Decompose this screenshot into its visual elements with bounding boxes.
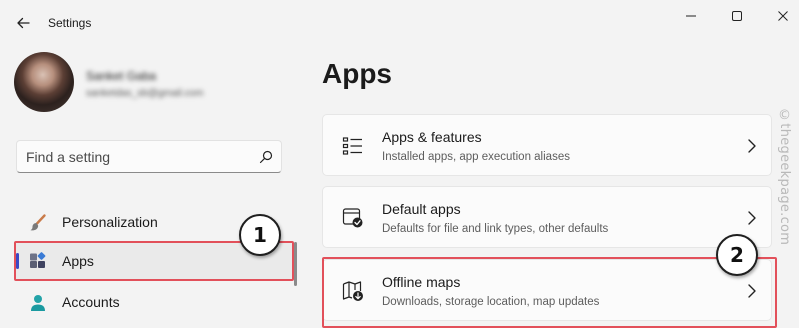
app-title: Settings <box>48 16 92 30</box>
user-name: Sanket Gaba <box>86 69 157 83</box>
sidebar-item-accounts[interactable]: Accounts <box>14 283 294 321</box>
default-apps-icon <box>342 208 363 228</box>
paintbrush-icon <box>30 214 46 231</box>
list-icon <box>342 137 362 155</box>
sidebar-scrollbar[interactable] <box>294 242 297 286</box>
back-arrow-icon <box>17 17 30 29</box>
apps-icon <box>30 252 46 268</box>
sidebar-item-label: Personalization <box>62 214 158 230</box>
card-subtitle: Defaults for file and link types, other … <box>382 223 609 235</box>
chevron-right-icon <box>748 284 756 298</box>
back-button[interactable] <box>10 10 36 36</box>
search-box[interactable] <box>16 140 282 173</box>
default-apps-card[interactable]: Default apps Defaults for file and link … <box>322 186 772 248</box>
title-bar: Settings <box>0 0 799 46</box>
chevron-right-icon <box>748 139 756 153</box>
avatar[interactable] <box>14 52 74 112</box>
card-subtitle: Installed apps, app execution aliases <box>382 151 570 163</box>
search-icon[interactable] <box>258 149 274 165</box>
watermark: ©thegeekpage.com <box>777 108 792 246</box>
step-marker-2: 2 <box>716 234 758 276</box>
offline-maps-card[interactable]: Offline maps Downloads, storage location… <box>322 259 772 321</box>
close-icon <box>778 11 788 21</box>
chevron-right-icon <box>748 211 756 225</box>
minimize-button[interactable] <box>668 0 714 32</box>
close-button[interactable] <box>760 0 799 32</box>
selected-indicator <box>16 253 19 269</box>
search-input[interactable] <box>26 148 246 166</box>
person-icon <box>31 295 45 311</box>
page-title: Apps <box>322 58 392 89</box>
sidebar-item-label: Accounts <box>62 294 120 310</box>
apps-features-card[interactable]: Apps & features Installed apps, app exec… <box>322 114 772 176</box>
card-title: Apps & features <box>382 129 482 145</box>
map-icon <box>342 281 363 301</box>
maximize-button[interactable] <box>714 0 760 32</box>
user-email: sanketdas_sb@gmail.com <box>86 88 204 99</box>
minimize-icon <box>686 15 696 17</box>
sidebar-item-label: Apps <box>62 253 94 269</box>
card-title: Default apps <box>382 201 461 217</box>
step-marker-1: 1 <box>239 214 281 256</box>
maximize-icon <box>732 11 742 21</box>
card-subtitle: Downloads, storage location, map updates <box>382 296 600 308</box>
card-title: Offline maps <box>382 274 461 290</box>
